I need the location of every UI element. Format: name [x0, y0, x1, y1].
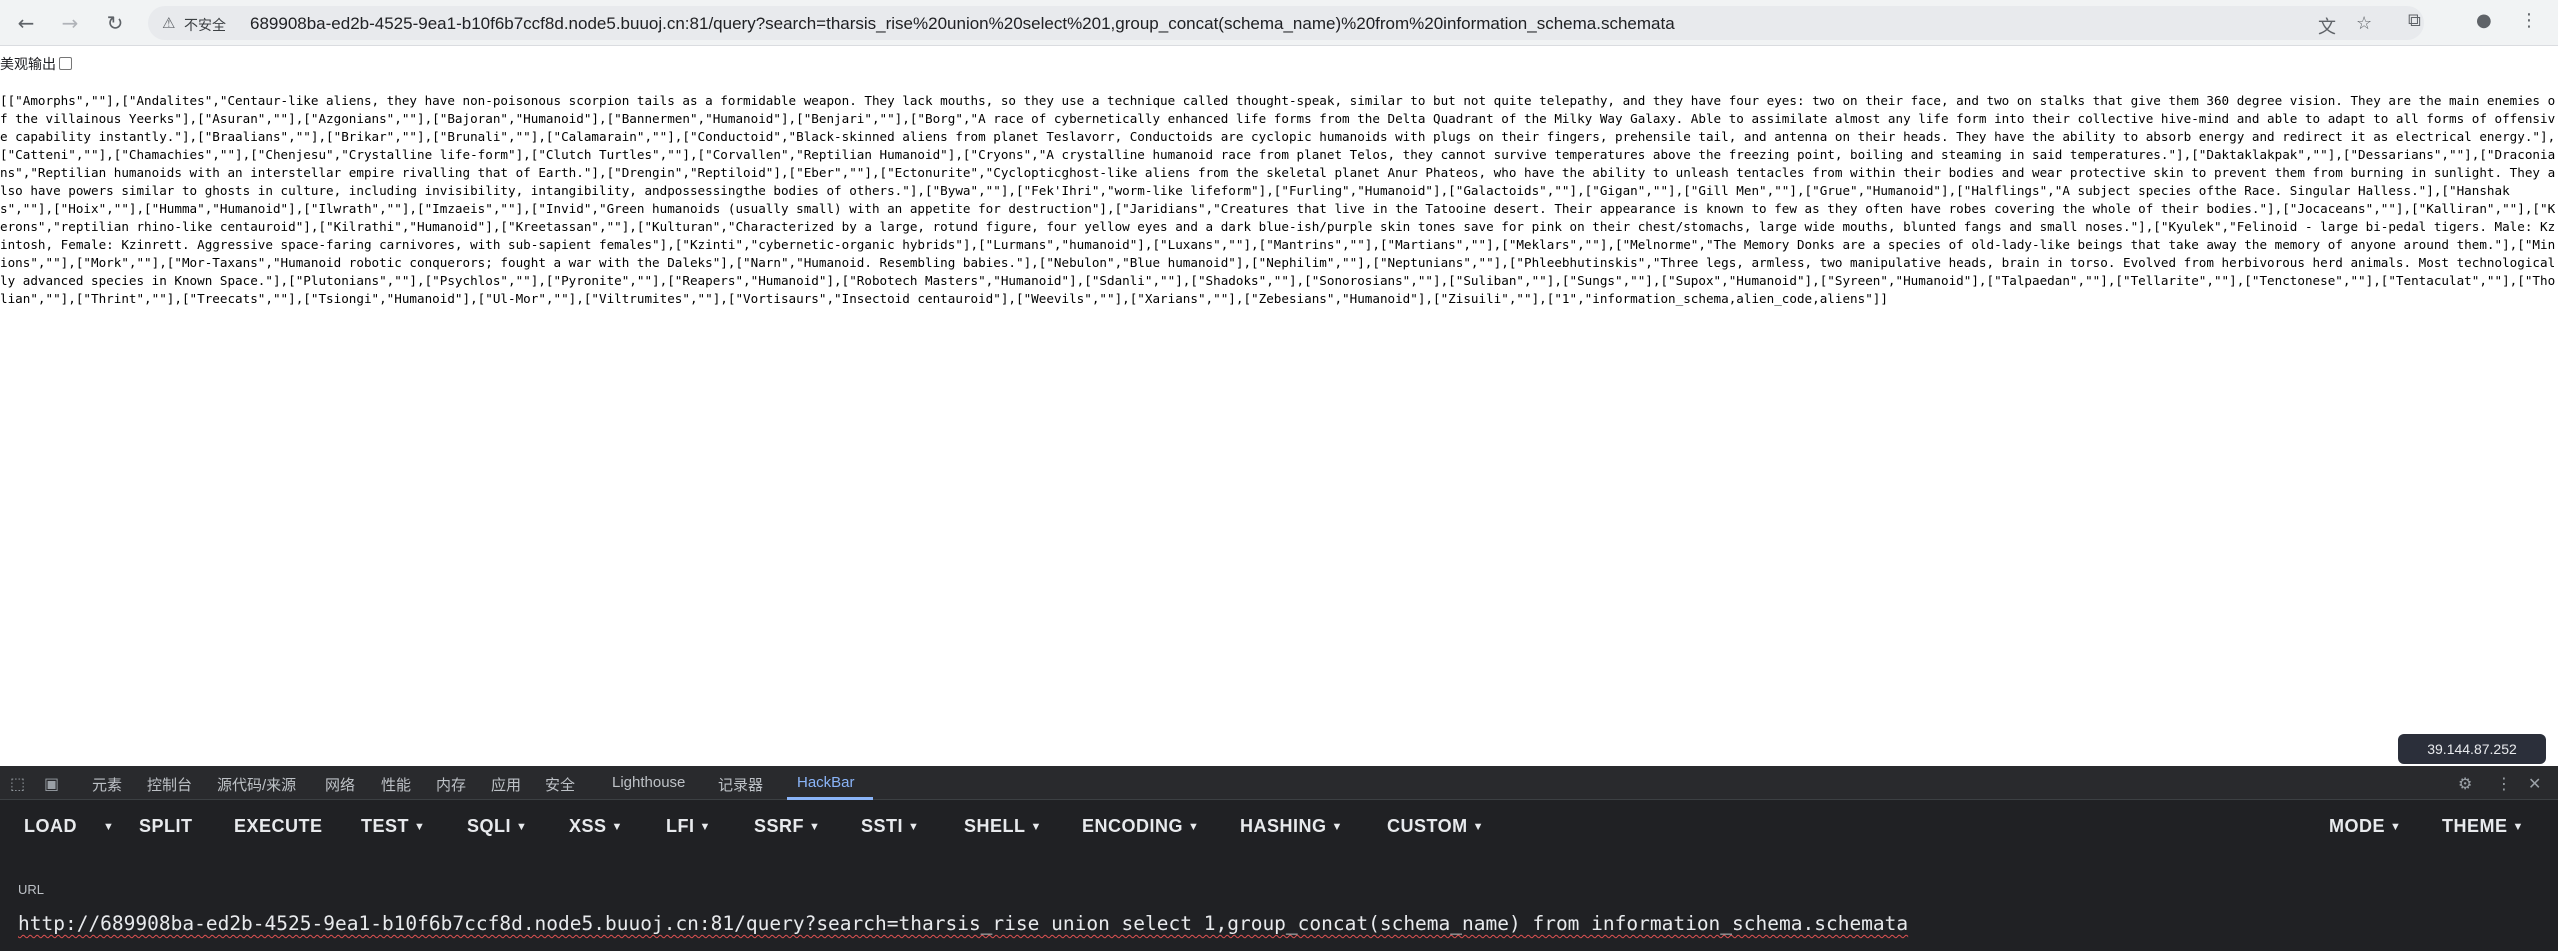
shell-menu[interactable]: SHELL ▼: [964, 816, 1042, 837]
chevron-down-icon: ▼: [1472, 821, 1485, 833]
star-icon[interactable]: ☆: [2356, 13, 2372, 34]
theme-label: THEME: [2442, 816, 2508, 836]
response-body: [["Amorphs",""],["Andalites","Centaur-li…: [0, 93, 2556, 306]
chevron-down-icon: ▼: [908, 821, 920, 833]
chevron-down-icon: ▼: [1188, 821, 1200, 833]
custom-menu[interactable]: CUSTOM ▼: [1387, 816, 1484, 837]
execute-button[interactable]: EXECUTE: [234, 816, 323, 837]
chevron-down-icon: ▼: [1030, 821, 1042, 833]
translate-icon[interactable]: 文: [2318, 13, 2336, 39]
reload-icon[interactable]: ↻: [101, 9, 129, 37]
warning-icon[interactable]: ⚠: [162, 14, 175, 32]
tab-performance[interactable]: 性能: [381, 774, 411, 795]
chevron-down-icon: ▼: [1331, 821, 1343, 833]
menu-icon[interactable]: ⋮: [2520, 10, 2538, 31]
tab-sources[interactable]: 源代码/来源: [217, 774, 296, 795]
test-label: TEST: [361, 816, 410, 836]
chevron-down-icon: ▼: [611, 821, 623, 833]
profile-icon[interactable]: ●: [2476, 10, 2492, 31]
ssrf-label: SSRF: [754, 816, 805, 836]
device-toggle-icon[interactable]: ▣: [44, 774, 59, 793]
extensions-icon[interactable]: ⧉: [2408, 10, 2421, 31]
devtools-tab-bar: ⬚ ▣ 元素 控制台 源代码/来源 网络 性能 内存 应用 安全 Lightho…: [0, 766, 2558, 800]
sqli-label: SQLI: [467, 816, 512, 836]
split-button[interactable]: SPLIT: [139, 816, 193, 837]
load-label: LOAD: [24, 816, 77, 836]
mode-label: MODE: [2329, 816, 2385, 836]
chevron-down-icon: ▼: [516, 821, 528, 833]
load-dropdown-icon[interactable]: ▼: [98, 816, 114, 837]
load-button[interactable]: LOAD: [24, 816, 77, 837]
custom-label: CUSTOM: [1387, 816, 1468, 836]
chevron-down-icon: ▼: [809, 821, 821, 833]
ssrf-menu[interactable]: SSRF ▼: [754, 816, 820, 837]
security-label[interactable]: 不安全: [184, 15, 226, 35]
browser-toolbar: ← → ↻ ⚠ 不安全 689908ba-ed2b-4525-9ea1-b10f…: [0, 0, 2558, 46]
inspect-icon[interactable]: ⬚: [10, 774, 25, 793]
ssti-label: SSTI: [861, 816, 904, 836]
tab-application[interactable]: 应用: [491, 774, 521, 795]
tab-recorder[interactable]: 记录器: [718, 774, 763, 795]
tab-elements[interactable]: 元素: [92, 774, 122, 795]
tab-hackbar[interactable]: HackBar: [797, 774, 855, 791]
close-icon[interactable]: ✕: [2528, 774, 2541, 793]
theme-menu[interactable]: THEME ▼: [2442, 816, 2524, 837]
xss-label: XSS: [569, 816, 607, 836]
devtools-panel: ⬚ ▣ 元素 控制台 源代码/来源 网络 性能 内存 应用 安全 Lightho…: [0, 766, 2558, 951]
hackbar-menu: LOAD ▼ SPLIT EXECUTE TEST ▼ SQLI ▼ XSS ▼ LF…: [0, 800, 2558, 852]
tab-lighthouse[interactable]: Lighthouse: [612, 774, 685, 791]
pretty-print-toggle[interactable]: 美观输出: [0, 54, 72, 74]
pretty-print-label: 美观输出: [0, 56, 56, 72]
tab-network[interactable]: 网络: [325, 774, 355, 795]
chevron-down-icon: ▼: [414, 821, 426, 833]
xss-menu[interactable]: XSS ▼: [569, 816, 623, 837]
chevron-down-icon: ▼: [2512, 821, 2524, 833]
hashing-menu[interactable]: HASHING ▼: [1240, 816, 1343, 837]
address-text[interactable]: 689908ba-ed2b-4525-9ea1-b10f6b7ccf8d.nod…: [250, 14, 1675, 34]
lfi-menu[interactable]: LFI ▼: [666, 816, 711, 837]
chevron-down-icon: ▼: [699, 821, 711, 833]
url-input[interactable]: http://689908ba-ed2b-4525-9ea1-b10f6b7cc…: [0, 904, 2558, 944]
encoding-menu[interactable]: ENCODING ▼: [1082, 816, 1199, 837]
address-bar[interactable]: ⚠ 不安全 689908ba-ed2b-4525-9ea1-b10f6b7ccf…: [148, 6, 2424, 40]
ip-badge: 39.144.87.252: [2398, 734, 2546, 764]
shell-label: SHELL: [964, 816, 1026, 836]
encoding-label: ENCODING: [1082, 816, 1184, 836]
ssti-menu[interactable]: SSTI ▼: [861, 816, 919, 837]
hashing-label: HASHING: [1240, 816, 1327, 836]
chevron-down-icon: ▼: [2390, 821, 2402, 833]
forward-arrow-icon[interactable]: →: [56, 9, 84, 37]
pretty-print-checkbox[interactable]: [59, 57, 72, 70]
url-input-value[interactable]: http://689908ba-ed2b-4525-9ea1-b10f6b7cc…: [18, 912, 1908, 935]
more-options-icon[interactable]: ⋮: [2496, 774, 2512, 793]
mode-menu[interactable]: MODE ▼: [2329, 816, 2401, 837]
lfi-label: LFI: [666, 816, 695, 836]
tab-memory[interactable]: 内存: [436, 774, 466, 795]
tab-console[interactable]: 控制台: [147, 774, 192, 795]
tab-security[interactable]: 安全: [545, 774, 575, 795]
back-arrow-icon[interactable]: ←: [12, 9, 40, 37]
url-label: URL: [18, 882, 45, 897]
test-menu[interactable]: TEST ▼: [361, 816, 425, 837]
sqli-menu[interactable]: SQLI ▼: [467, 816, 527, 837]
settings-icon[interactable]: ⚙: [2458, 774, 2472, 793]
